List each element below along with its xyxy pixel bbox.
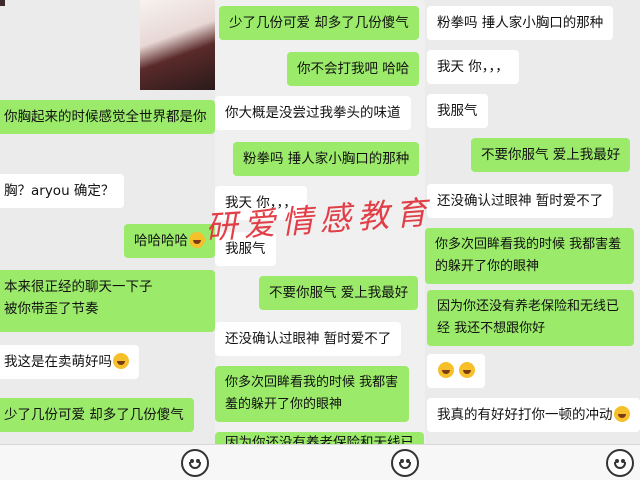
avatar-photo: [0, 0, 5, 6]
message-bubble[interactable]: 还没确认过眼神 暂时爱不了: [427, 184, 614, 218]
message-text: 本来很正经的聊天一下子: [4, 279, 153, 295]
message-text: 我天 你，，，: [437, 59, 509, 75]
message-text: 被你带歪了节奏: [4, 301, 99, 317]
laughing-emoji-icon: [438, 362, 454, 378]
input-bar: [0, 444, 215, 480]
laughing-emoji-icon: [459, 362, 476, 378]
message-text: 你不会打我吧 哈哈: [297, 61, 410, 77]
message-bubble[interactable]: 你胸起来的时候感觉全世界都是你: [0, 100, 215, 134]
message-text: 你多次回眸看我的时候 我都害羞的躲开了你的眼神: [435, 237, 622, 274]
message-text: 你多次回眸看我的时候 我都害羞的躲开了你的眼神: [225, 375, 399, 412]
message-text: 少了几份可爱 却多了几份傻气: [4, 407, 184, 423]
message-text: 你胸起来的时候感觉全世界都是你: [4, 109, 207, 125]
message-bubble[interactable]: 因为你还没有养老保险和无线已经 我还不想跟你好: [427, 290, 634, 346]
message-bubble[interactable]: 我这是在卖萌好吗: [0, 345, 139, 379]
input-bar: [215, 444, 425, 480]
message-text: 还没确认过眼神 暂时爱不了: [437, 193, 604, 209]
message-bubble[interactable]: 你多次回眸看我的时候 我都害羞的躲开了你的眼神: [215, 366, 409, 422]
laughing-emoji-icon: [189, 232, 205, 248]
message-bubble[interactable]: 我真的有好好打你一顿的冲动: [427, 398, 640, 432]
smiley-face-icon[interactable]: [391, 449, 419, 477]
message-text: 还没确认过眼神 暂时爱不了: [225, 331, 392, 347]
message-bubble[interactable]: 本来很正经的聊天一下子 被你带歪了节奏: [0, 270, 215, 332]
message-bubble[interactable]: 少了几份可爱 却多了几份傻气: [0, 398, 194, 432]
message-bubble[interactable]: 我服气: [427, 94, 488, 128]
message-text: 我真的有好好打你一顿的冲动: [437, 407, 613, 423]
message-bubble[interactable]: 粉拳吗 捶人家小胸口的那种: [233, 142, 420, 176]
laughing-emoji-icon: [613, 406, 630, 422]
smiley-face-icon[interactable]: [181, 449, 209, 477]
message-bubble[interactable]: 粉拳吗 捶人家小胸口的那种: [427, 6, 614, 40]
message-bubble[interactable]: [427, 354, 486, 388]
message-text: 粉拳吗 捶人家小胸口的那种: [243, 151, 410, 167]
message-text: 哈哈哈哈: [134, 233, 188, 249]
message-bubble[interactable]: 少了几份可爱 却多了几份傻气: [219, 6, 419, 40]
message-bubble[interactable]: 还没确认过眼神 暂时爱不了: [215, 322, 402, 356]
message-bubble[interactable]: 你大概是没尝过我拳头的味道: [215, 96, 411, 130]
message-bubble[interactable]: 你不会打我吧 哈哈: [287, 52, 420, 86]
message-text: 粉拳吗 捶人家小胸口的那种: [437, 15, 604, 31]
message-text: 你大概是没尝过我拳头的味道: [225, 105, 401, 121]
message-bubble[interactable]: 胸？aryou 确定？: [0, 174, 125, 208]
chat-panel-right: 粉拳吗 捶人家小胸口的那种 我天 你，，， 我服气 不要你服气 爱上我最好 还没…: [425, 0, 640, 480]
message-bubble[interactable]: 哈哈哈哈: [124, 224, 215, 258]
laughing-emoji-icon: [113, 353, 129, 369]
message-bubble[interactable]: 我天 你，，，: [427, 50, 519, 84]
avatar-photo[interactable]: [140, 0, 215, 90]
chat-panel-left: 你胸起来的时候感觉全世界都是你 胸？aryou 确定？ 哈哈哈哈 本来很正经的聊…: [0, 0, 215, 480]
message-bubble[interactable]: 你多次回眸看我的时候 我都害羞的躲开了你的眼神: [425, 228, 634, 284]
input-bar: [425, 444, 640, 480]
message-text: 少了几份可爱 却多了几份傻气: [229, 15, 409, 31]
message-text: 因为你还没有养老保险和无线已经 我还不想跟你好: [437, 299, 620, 336]
message-text: 我服气: [437, 103, 478, 119]
message-bubble[interactable]: 不要你服气 爱上我最好: [259, 276, 419, 310]
message-text: 胸？aryou 确定？: [4, 183, 115, 199]
message-bubble[interactable]: 不要你服气 爱上我最好: [471, 138, 631, 172]
message-text: 不要你服气 爱上我最好: [269, 285, 409, 301]
smiley-face-icon[interactable]: [606, 449, 634, 477]
message-text: 不要你服气 爱上我最好: [481, 147, 621, 163]
message-text: 我这是在卖萌好吗: [4, 354, 112, 370]
